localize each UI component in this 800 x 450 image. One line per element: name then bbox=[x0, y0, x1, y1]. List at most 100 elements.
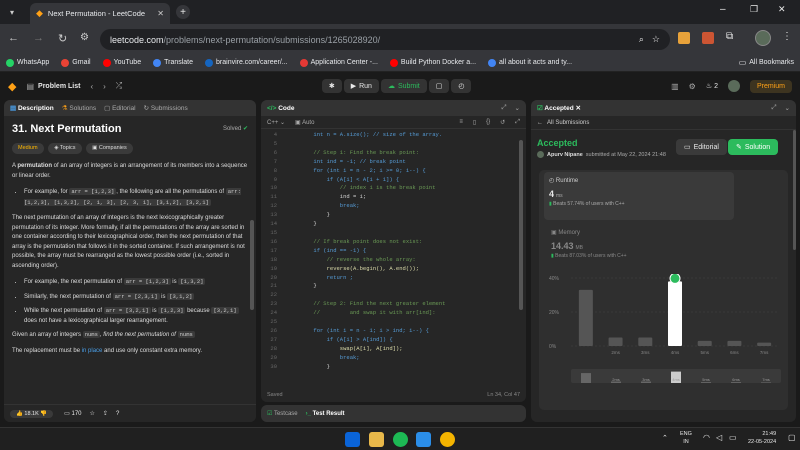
comments-button[interactable]: ▭ 170 bbox=[64, 410, 81, 417]
submit-button[interactable]: ☁ Submit bbox=[380, 79, 427, 93]
editor-scrollbar[interactable] bbox=[519, 140, 523, 310]
settings-icon[interactable]: ⚙ bbox=[689, 82, 696, 91]
close-tab-icon[interactable]: ✕ bbox=[157, 9, 164, 18]
user-avatar bbox=[537, 151, 544, 158]
back-to-submissions[interactable]: ← All Submissions bbox=[531, 116, 796, 130]
code-area[interactable]: 4 int n = A.size(); // size of the array… bbox=[261, 129, 526, 371]
format-icon[interactable]: ≡ bbox=[459, 119, 463, 125]
zoom-icon[interactable]: ⌕ bbox=[639, 34, 644, 45]
star-icon[interactable]: ☆ bbox=[90, 410, 95, 417]
extension-icon[interactable] bbox=[678, 32, 690, 44]
extensions-puzzle-icon[interactable]: ⧉ bbox=[726, 31, 733, 42]
clock[interactable]: 21:49 22-05-2024 bbox=[748, 430, 776, 446]
back-icon[interactable]: ← bbox=[8, 32, 19, 44]
bookmark-3[interactable]: Translate bbox=[153, 58, 193, 67]
tune-icon[interactable]: ⚙ bbox=[80, 32, 89, 43]
language-indicator[interactable]: ENG IN bbox=[680, 430, 692, 446]
autocomplete-mode[interactable]: ▣ Auto bbox=[295, 119, 314, 126]
tab-test-result[interactable]: ›_ Test Result bbox=[306, 411, 345, 417]
start-icon[interactable] bbox=[345, 432, 360, 447]
help-icon[interactable]: ? bbox=[116, 411, 119, 417]
tab-description[interactable]: ▤ Description bbox=[10, 104, 54, 112]
x-tick-label: 4ms bbox=[671, 350, 680, 355]
line-text: for (int i = n - 1; i > ind; i--) { bbox=[287, 326, 429, 334]
tab-editorial[interactable]: ▢ Editorial bbox=[104, 104, 135, 112]
bookmark-icon[interactable]: ▯ bbox=[473, 119, 476, 126]
extension-icon-2[interactable] bbox=[702, 32, 714, 44]
bookmark-1[interactable]: Gmail bbox=[61, 58, 91, 67]
scrollbar[interactable] bbox=[793, 130, 796, 250]
all-bookmarks[interactable]: ▭ All Bookmarks bbox=[739, 58, 794, 67]
runtime-beats: ▮ Beats 57.74% of users with C++ bbox=[549, 201, 625, 207]
browser-tab[interactable]: ◆ Next Permutation - LeetCode ✕ bbox=[30, 3, 170, 24]
chrome-icon[interactable] bbox=[440, 432, 455, 447]
run-button[interactable]: ▶ Run bbox=[343, 79, 379, 93]
menu-icon[interactable]: ⋮ bbox=[782, 31, 792, 42]
url-path: /problems/next-permutation/submissions/1… bbox=[163, 34, 381, 45]
reset-icon[interactable]: ↺ bbox=[500, 119, 505, 126]
streak-counter[interactable]: ♨ 2 bbox=[706, 82, 718, 90]
profile-avatar[interactable] bbox=[755, 30, 771, 46]
new-tab-button[interactable]: + bbox=[176, 5, 190, 19]
tab-submissions[interactable]: ↻ Submissions bbox=[144, 104, 188, 112]
runtime-card[interactable]: ◴ Runtime 4 ms ▮ Beats 57.74% of users w… bbox=[544, 172, 734, 220]
leetcode-logo-icon[interactable]: ◆ bbox=[8, 80, 16, 93]
battery-icon[interactable]: ▭ bbox=[729, 433, 737, 442]
fullscreen-icon[interactable]: ⤢ bbox=[515, 119, 520, 126]
close-tab-icon[interactable]: ✕ bbox=[575, 105, 580, 112]
maximize-icon[interactable]: ❐ bbox=[750, 4, 758, 15]
topics-tag[interactable]: ◈ Topics bbox=[48, 142, 82, 154]
prev-problem-icon[interactable]: ‹ bbox=[90, 82, 93, 91]
tray-chevron-icon[interactable]: ⌃ bbox=[662, 434, 668, 442]
volume-icon[interactable]: ◁ bbox=[716, 433, 722, 442]
vscode-icon[interactable] bbox=[416, 432, 431, 447]
notifications-icon[interactable]: ▢ bbox=[788, 433, 796, 442]
forward-icon[interactable]: → bbox=[33, 32, 44, 44]
share-icon[interactable]: ⇪ bbox=[103, 410, 108, 417]
tab-solutions[interactable]: ⚗ Solutions bbox=[62, 104, 96, 112]
bookmark-star-icon[interactable]: ☆ bbox=[652, 34, 660, 45]
expand-icon[interactable]: ⤢ bbox=[771, 104, 776, 112]
next-problem-icon[interactable]: › bbox=[103, 82, 106, 91]
solution-button[interactable]: ✎ Solution bbox=[728, 139, 779, 155]
chart-range-slider[interactable]: 2ms 3ms 4ms 5ms 6ms 7ms bbox=[571, 369, 781, 383]
debug-button[interactable]: ✱ bbox=[321, 79, 342, 93]
shuffle-icon[interactable]: ⤮ bbox=[116, 81, 122, 91]
reload-icon[interactable]: ↻ bbox=[58, 32, 67, 45]
difficulty-badge[interactable]: Medium bbox=[12, 142, 44, 154]
editorial-button[interactable]: ▭ Editorial bbox=[676, 139, 727, 155]
spotify-icon[interactable] bbox=[393, 432, 408, 447]
more-icon[interactable]: ⌄ bbox=[515, 104, 520, 112]
user-avatar[interactable] bbox=[727, 80, 740, 92]
wifi-icon[interactable]: ◠ bbox=[703, 433, 710, 442]
problem-list-link[interactable]: Problem List bbox=[38, 83, 80, 90]
companies-tag[interactable]: ▣ Companies bbox=[86, 142, 133, 154]
layout-icon[interactable]: ▥ bbox=[671, 82, 679, 91]
expand-icon[interactable]: ⤢ bbox=[501, 104, 506, 112]
tab-accepted[interactable]: ☑ Accepted ✕ bbox=[537, 104, 581, 112]
bookmark-5[interactable]: Application Center -... bbox=[299, 58, 378, 67]
more-icon[interactable]: ⌄ bbox=[785, 104, 790, 112]
bookmark-4[interactable]: brainvire.com/career/... bbox=[205, 58, 288, 67]
braces-icon[interactable]: {} bbox=[486, 119, 490, 125]
line-number: 17 bbox=[270, 246, 277, 254]
bookmark-2[interactable]: YouTube bbox=[102, 58, 141, 67]
language-select[interactable]: C++ ⌄ bbox=[267, 119, 285, 126]
timer-button[interactable]: ◴ bbox=[451, 79, 472, 93]
bookmark-0[interactable]: WhatsApp bbox=[6, 58, 49, 67]
close-window-icon[interactable]: ✕ bbox=[778, 4, 786, 15]
windows-taskbar: ⌃ ENG IN ◠ ◁ ▭ 21:49 22-05-2024 ▢ bbox=[0, 427, 800, 450]
tab-search-icon[interactable]: ▾ bbox=[6, 6, 18, 18]
minimize-icon[interactable]: – bbox=[720, 4, 726, 15]
address-bar[interactable]: leetcode.com/problems/next-permutation/s… bbox=[100, 29, 670, 50]
like-button[interactable]: 👍 18.1K 👎 bbox=[10, 409, 54, 418]
tab-testcase[interactable]: ☑ Testcase bbox=[267, 410, 298, 417]
bookmark-6[interactable]: Build Python Docker a... bbox=[389, 58, 476, 67]
memory-section[interactable]: ▣ Memory 14.43 MB ▮ Beats 87.03% of user… bbox=[549, 227, 669, 261]
note-button[interactable]: ▢ bbox=[428, 79, 450, 93]
tab-code[interactable]: </> Code bbox=[267, 105, 294, 112]
scrollbar[interactable] bbox=[250, 220, 254, 310]
premium-button[interactable]: Premium bbox=[749, 79, 792, 93]
file-explorer-icon[interactable] bbox=[369, 432, 384, 447]
bookmark-7[interactable]: all about it acts and ty... bbox=[488, 58, 572, 67]
